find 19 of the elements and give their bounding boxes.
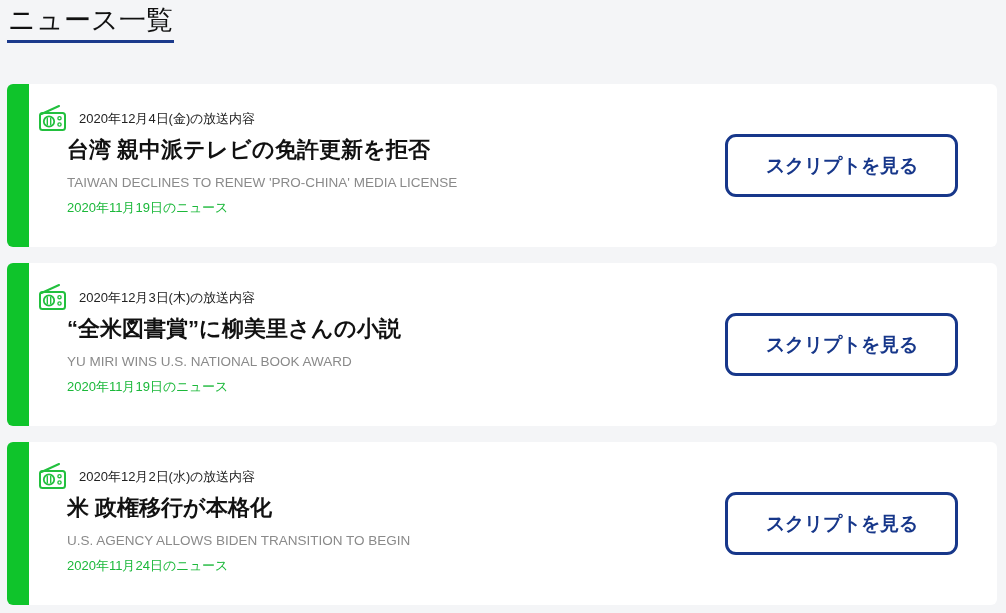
english-title: U.S. AGENCY ALLOWS BIDEN TRANSITION TO BEGIN [67,532,412,550]
broadcast-date: 2020年12月4日(金)の放送内容 [79,109,256,128]
broadcast-date: 2020年12月3日(木)の放送内容 [79,288,256,307]
broadcast-date: 2020年12月2日(水)の放送内容 [79,467,256,486]
view-script-button[interactable]: スクリプトを見る [725,134,958,197]
english-title: TAIWAN DECLINES TO RENEW 'PRO-CHINA' MEDIA LICENSE [67,174,459,192]
view-script-button[interactable]: スクリプトを見る [725,313,958,376]
radio-icon [39,462,66,489]
english-title: YU MIRI WINS U.S. NATIONAL BOOK AWARD [67,353,353,371]
news-title: 米 政権移行が本格化 [67,494,274,522]
news-date: 2020年11月19日のニュース [67,378,229,396]
news-title: “全米図書賞”に柳美里さんの小説 [67,315,402,343]
news-title: 台湾 親中派テレビの免許更新を拒否 [67,136,432,164]
radio-icon [39,104,66,131]
news-date: 2020年11月19日のニュース [67,199,229,217]
radio-icon [39,283,66,310]
news-date: 2020年11月24日のニュース [67,557,229,575]
page-title: ニュース一覧 [7,2,174,43]
view-script-button[interactable]: スクリプトを見る [725,492,958,555]
